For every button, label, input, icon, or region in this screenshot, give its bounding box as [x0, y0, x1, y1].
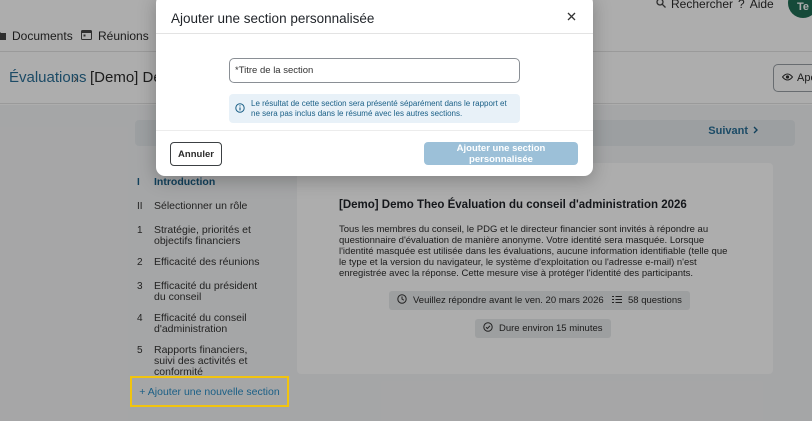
close-button[interactable]: [563, 9, 579, 25]
info-notice: Le résultat de cette section sera présen…: [229, 94, 520, 123]
section-title-input[interactable]: [229, 58, 520, 83]
dialog-title: Ajouter une section personnalisée: [171, 11, 375, 26]
dialog-header: Ajouter une section personnalisée: [156, 0, 593, 34]
add-custom-section-button[interactable]: Ajouter une section personnalisée: [424, 142, 578, 165]
add-new-section-button[interactable]: + Ajouter une nouvelle section: [130, 376, 289, 407]
add-custom-section-dialog: Ajouter une section personnalisée Le rés…: [156, 0, 593, 176]
cancel-button[interactable]: Annuler: [170, 142, 222, 166]
close-icon: [567, 8, 576, 26]
dialog-footer: Annuler Ajouter une section personnalisé…: [156, 130, 593, 176]
info-icon: [235, 100, 245, 118]
info-text: Le résultat de cette section sera présen…: [251, 99, 507, 118]
